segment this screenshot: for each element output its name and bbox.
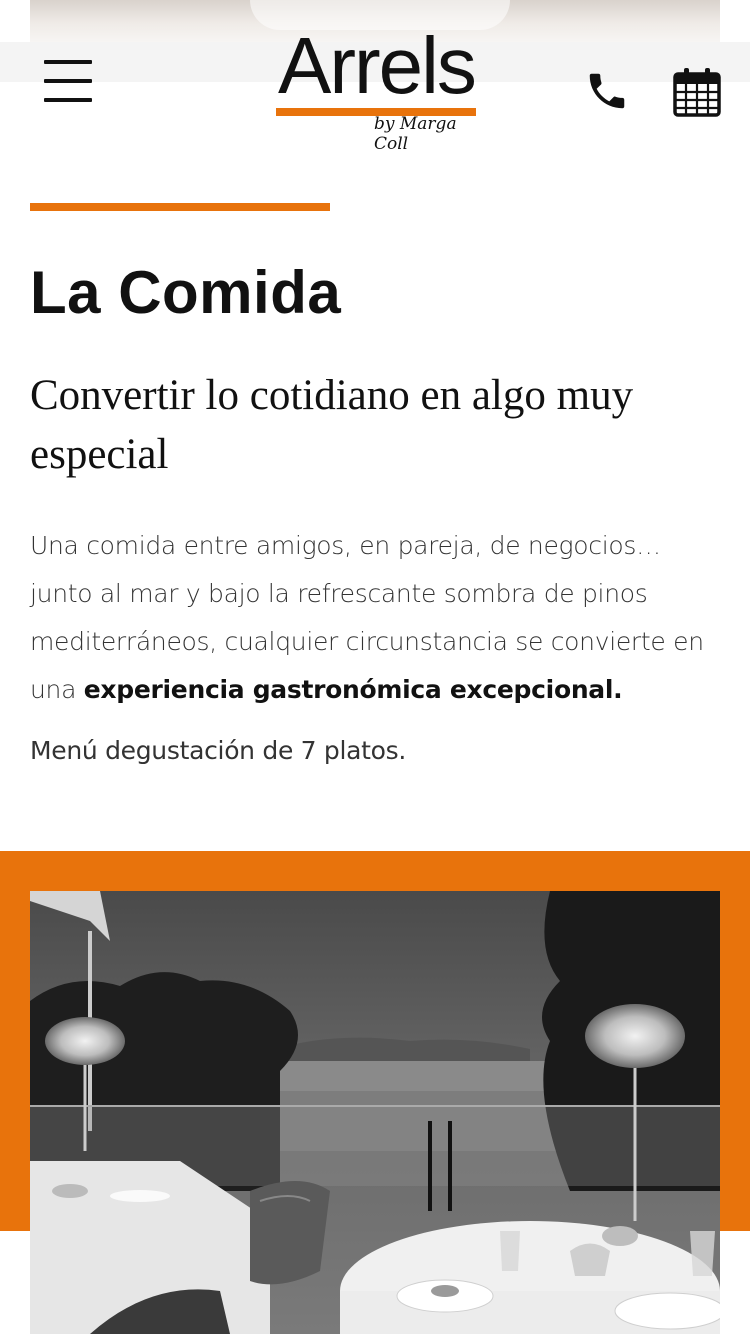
calendar-icon[interactable] (672, 66, 722, 118)
phone-icon[interactable] (584, 68, 630, 114)
logo-subtitle: by Marga Coll (374, 114, 457, 154)
section-title: La Comida (30, 259, 342, 326)
section-subtitle: Convertir lo cotidiano en algo muy espec… (30, 372, 634, 478)
site-header: Arrels by Marga Coll (0, 0, 750, 154)
logo-text: Arrels (278, 21, 477, 110)
tasting-menu-note: Menú degustación de 7 platos. (30, 736, 407, 765)
hamburger-menu-icon[interactable] (44, 58, 92, 104)
site-logo[interactable]: Arrels by Marga Coll (270, 26, 485, 154)
intro-highlight: experiencia gastronómica excepcional. (83, 675, 623, 704)
section-accent-line (30, 203, 330, 211)
restaurant-terrace-photo (30, 891, 720, 1334)
intro-paragraph: Una comida entre amigos, en pareja, de n… (30, 522, 730, 714)
